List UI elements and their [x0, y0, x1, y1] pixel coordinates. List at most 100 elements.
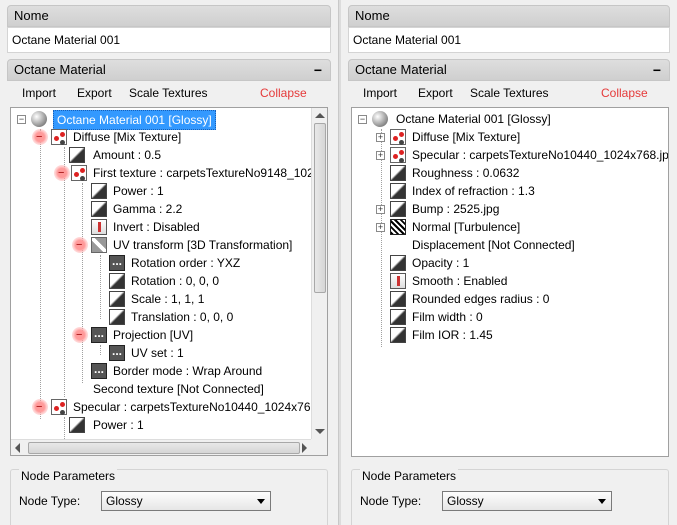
material-section-header: Octane Material − [348, 59, 670, 81]
tree-label: Film IOR : 1.45 [412, 328, 493, 342]
material-name-field[interactable]: Octane Material 001 [348, 27, 670, 53]
tree-connector [40, 129, 41, 419]
minus-highlight-icon[interactable] [54, 164, 70, 182]
image-texture-icon [390, 147, 406, 163]
plus-icon[interactable]: + [376, 223, 385, 232]
name-section-header: Nome [7, 5, 331, 27]
arrow-up-icon[interactable] [315, 113, 325, 118]
tree-connector [381, 129, 382, 347]
tree-label: Scale : 1, 1, 1 [131, 292, 205, 306]
tree-label: Power : 1 [113, 184, 164, 198]
tree-label: Gamma : 2.2 [113, 202, 183, 216]
right-panel: Nome Octane Material 001 Octane Material… [341, 0, 677, 525]
node-type-select[interactable]: Glossy [101, 491, 271, 511]
float-value-icon [91, 201, 107, 217]
horizontal-scrollbar[interactable] [11, 439, 311, 455]
plus-icon[interactable]: + [376, 133, 385, 142]
projection-icon [91, 324, 107, 343]
minus-highlight-icon[interactable] [32, 128, 48, 146]
horizontal-scroll-thumb[interactable] [28, 442, 300, 454]
minus-highlight-icon[interactable] [32, 398, 48, 416]
scale-textures-button[interactable]: Scale Textures [470, 84, 549, 102]
float-value-icon [390, 255, 406, 271]
minimize-icon[interactable]: − [653, 60, 661, 80]
export-button[interactable]: Export [418, 84, 453, 102]
import-button[interactable]: Import [22, 84, 56, 102]
scale-textures-button[interactable]: Scale Textures [129, 84, 208, 102]
float-value-icon [390, 327, 406, 343]
tree-connector [100, 255, 101, 319]
material-header-label: Octane Material [14, 62, 106, 77]
float-value-icon [390, 183, 406, 199]
tree-label: Film width : 0 [412, 310, 483, 324]
tree-label: Displacement [Not Connected] [412, 238, 575, 252]
float-value-icon [109, 309, 125, 325]
tree-label: Bump : 2525.jpg [412, 202, 500, 216]
tree-label: Second texture [Not Connected] [93, 382, 264, 396]
minus-highlight-icon[interactable] [72, 236, 88, 254]
bool-switch-icon [390, 273, 406, 289]
minus-icon[interactable]: − [358, 115, 367, 124]
node-type-label: Node Type: [360, 494, 422, 508]
tree-connector [100, 345, 101, 355]
arrow-down-icon[interactable] [315, 429, 325, 434]
vertical-scrollbar[interactable] [311, 108, 327, 439]
tree-label: Normal [Turbulence] [412, 220, 521, 234]
mix-texture-icon [390, 129, 406, 145]
minus-highlight-icon[interactable] [72, 326, 88, 344]
int-value-icon [109, 342, 125, 361]
plus-icon[interactable]: + [376, 151, 385, 160]
tree-label: Diffuse [Mix Texture] [73, 130, 182, 144]
tree-label: Specular : carpetsTextureNo10440_1024x76… [412, 148, 669, 162]
arrow-left-icon[interactable] [15, 443, 20, 453]
import-button[interactable]: Import [363, 84, 397, 102]
image-texture-icon [51, 399, 67, 415]
material-name-value: Octane Material 001 [12, 33, 121, 47]
material-header-label: Octane Material [355, 62, 447, 77]
minimize-icon[interactable]: − [314, 60, 322, 80]
tree-label: Octane Material 001 [Glossy] [53, 110, 216, 130]
chevron-down-icon [257, 499, 265, 504]
node-parameters-title: Node Parameters [19, 469, 118, 483]
tree-label: Rounded edges radius : 0 [412, 292, 550, 306]
bool-switch-icon [91, 219, 107, 235]
float-value-icon [91, 183, 107, 199]
material-name-value: Octane Material 001 [353, 33, 462, 47]
tree-label: Power : 1 [93, 418, 144, 432]
tree-label: First texture : carpetsTextureNo9148_102… [93, 166, 328, 180]
collapse-button[interactable]: Collapse [260, 84, 307, 102]
tree-label: UV transform [3D Transformation] [113, 238, 293, 252]
tree-label: Specular : carpetsTextureNo10440_1024x76… [73, 400, 328, 414]
tree-connector [64, 147, 65, 397]
tree-label: Octane Material 001 [Glossy] [396, 112, 551, 126]
node-type-select[interactable]: Glossy [442, 491, 612, 511]
left-panel: Nome Octane Material 001 Octane Material… [0, 0, 338, 525]
tree-connector [82, 183, 83, 383]
tree-label: Border mode : Wrap Around [113, 364, 263, 378]
material-sphere-icon [372, 111, 388, 127]
minus-icon[interactable]: − [17, 115, 26, 124]
node-parameters-title: Node Parameters [360, 469, 459, 483]
tree-label: Projection [UV] [113, 328, 194, 342]
tree-label: Opacity : 1 [412, 256, 470, 270]
plus-icon[interactable]: + [376, 205, 385, 214]
collapse-button[interactable]: Collapse [601, 84, 648, 102]
enum-icon [91, 360, 107, 379]
material-name-field[interactable]: Octane Material 001 [7, 27, 331, 53]
turbulence-icon [390, 219, 406, 235]
toolbar: Import Export Scale Textures Collapse [22, 84, 328, 102]
arrow-right-icon[interactable] [302, 443, 307, 453]
node-tree[interactable]: − Octane Material 001 [Glossy] Diffuse [… [10, 107, 328, 456]
node-tree[interactable]: − Octane Material 001 [Glossy] + Diffuse… [351, 107, 669, 457]
export-button[interactable]: Export [77, 84, 112, 102]
transform-icon [91, 237, 107, 253]
tree-label: Diffuse [Mix Texture] [412, 130, 521, 144]
image-texture-icon [71, 165, 87, 181]
node-type-value: Glossy [106, 494, 143, 508]
chevron-down-icon [598, 499, 606, 504]
node-parameters-group: Node Parameters Node Type: Glossy [351, 469, 669, 525]
name-section-header: Nome [348, 5, 670, 27]
vertical-scroll-thumb[interactable] [314, 123, 326, 293]
name-header-label: Nome [355, 8, 390, 23]
node-type-label: Node Type: [19, 494, 81, 508]
